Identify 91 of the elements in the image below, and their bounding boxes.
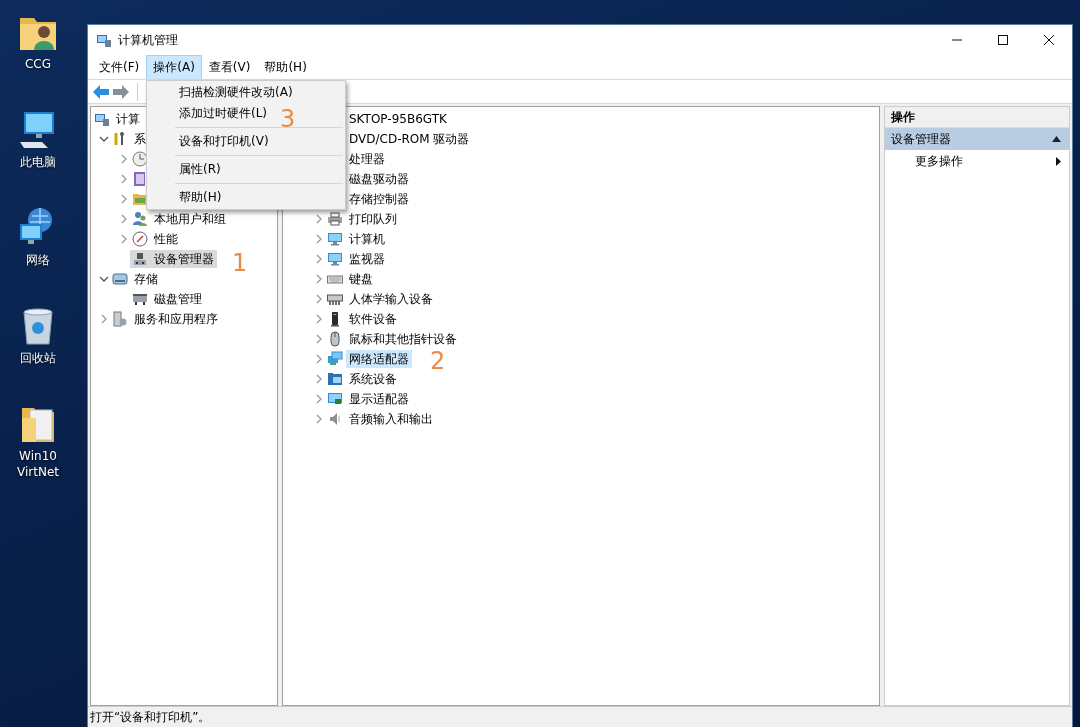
tree-item[interactable]: 计算 <box>113 110 143 128</box>
tree-item[interactable]: 鼠标和其他指针设备 <box>346 330 460 348</box>
server-icon <box>112 311 128 327</box>
monitor-icon <box>327 231 343 247</box>
forward-button[interactable] <box>113 84 129 99</box>
submenu-arrow-icon <box>1056 156 1061 166</box>
tree-item[interactable]: 键盘 <box>346 270 376 288</box>
speaker-icon <box>327 411 343 427</box>
menu-item[interactable]: 操作(A) <box>146 54 202 80</box>
gauge-icon <box>132 231 148 247</box>
tree-item[interactable]: 存储 <box>131 270 161 288</box>
annotation-number: 3 <box>280 105 296 133</box>
menu-item[interactable]: 添加过时硬件(L) <box>147 103 272 124</box>
tree-item[interactable]: 性能 <box>151 230 181 248</box>
tree-item[interactable]: 磁盘驱动器 <box>346 170 412 188</box>
tree-item[interactable]: 人体学输入设备 <box>346 290 436 308</box>
menu-item[interactable]: 设备和打印机(V) <box>147 131 273 152</box>
expand-chevron-icon[interactable] <box>314 254 324 264</box>
tree-item[interactable]: 设备管理器 <box>130 250 217 268</box>
tree-item[interactable]: 网络适配器 <box>346 350 412 368</box>
disk-icon <box>132 291 148 307</box>
desktop-icon-label: 此电脑 <box>19 154 57 170</box>
expand-chevron-icon[interactable] <box>314 314 324 324</box>
keyboard-icon <box>327 291 343 307</box>
tree-item[interactable]: 音频输入和输出 <box>346 410 436 428</box>
folder-icon <box>327 371 343 387</box>
annotation-number: 2 <box>430 347 446 375</box>
menu-item[interactable]: 属性(R) <box>147 159 225 180</box>
expand-chevron-icon[interactable] <box>119 174 129 184</box>
expand-chevron-icon[interactable] <box>119 234 129 244</box>
close-icon <box>1044 35 1054 45</box>
mouse-icon <box>327 331 343 347</box>
tree-item[interactable]: 显示适配器 <box>346 390 412 408</box>
tree-item[interactable]: DVD/CD-ROM 驱动器 <box>346 130 473 148</box>
menu-item[interactable]: 文件(F) <box>92 54 147 80</box>
tree-item[interactable]: 服务和应用程序 <box>131 310 221 328</box>
expand-chevron-icon[interactable] <box>314 274 324 284</box>
device-icon <box>132 251 148 267</box>
tree-item[interactable]: SKTOP-95B6GTK <box>346 110 450 128</box>
monitor-icon <box>327 251 343 267</box>
tree-item[interactable]: 系统设备 <box>346 370 400 388</box>
menu-item[interactable]: 帮助(H) <box>257 54 314 80</box>
expand-chevron-icon[interactable] <box>314 414 324 424</box>
menu-item[interactable]: 帮助(H) <box>147 187 226 208</box>
desktop-icon-label: 网络 <box>25 252 51 268</box>
tree-item[interactable]: 磁盘管理 <box>151 290 205 308</box>
collapse-chevron-icon[interactable] <box>99 134 109 144</box>
display-icon <box>327 391 343 407</box>
tree-item[interactable]: 本地用户和组 <box>151 210 229 228</box>
storage-icon <box>112 271 128 287</box>
tree-item[interactable]: 打印队列 <box>346 210 400 228</box>
tree-item[interactable]: 软件设备 <box>346 310 400 328</box>
annotation-number: 1 <box>232 249 248 277</box>
window-title: 计算机管理 <box>118 31 178 49</box>
computer-icon <box>94 111 110 127</box>
network-icon <box>327 351 343 367</box>
desktop-icon-label: Win10 VirtNet <box>16 448 60 480</box>
folder-icon <box>132 191 148 207</box>
expand-chevron-icon[interactable] <box>314 374 324 384</box>
tree-item[interactable]: 存储控制器 <box>346 190 412 208</box>
expand-chevron-icon[interactable] <box>99 314 109 324</box>
computer-icon <box>96 32 112 48</box>
book-icon <box>132 171 148 187</box>
expand-chevron-icon[interactable] <box>119 214 129 224</box>
expand-chevron-icon[interactable] <box>314 214 324 224</box>
tree-item[interactable]: 系 <box>131 130 149 148</box>
tree-item[interactable]: 计算机 <box>346 230 388 248</box>
tree-item[interactable]: 处理器 <box>346 150 388 168</box>
printer-icon <box>327 211 343 227</box>
maximize-icon <box>998 35 1008 45</box>
expand-chevron-icon[interactable] <box>314 234 324 244</box>
back-arrow-icon <box>93 84 109 99</box>
action-section-header[interactable]: 设备管理器 <box>885 128 1069 150</box>
desktop-icon-label: CCG <box>23 56 53 72</box>
desktop-icon-label: 回收站 <box>19 350 57 366</box>
pane-header: 操作 <box>885 107 1069 128</box>
expand-chevron-icon[interactable] <box>314 394 324 404</box>
menu-item[interactable]: 查看(V) <box>201 54 258 80</box>
expand-chevron-icon[interactable] <box>314 354 324 364</box>
expand-chevron-icon[interactable] <box>119 194 129 204</box>
collapse-chevron-icon[interactable] <box>99 274 109 284</box>
expand-chevron-icon[interactable] <box>119 154 129 164</box>
expand-chevron-icon[interactable] <box>314 334 324 344</box>
status-bar: 打开“设备和打印机”。 <box>88 706 1072 727</box>
tree-item[interactable]: 监视器 <box>346 250 388 268</box>
users-icon <box>132 211 148 227</box>
expand-chevron-icon[interactable] <box>314 294 324 304</box>
forward-arrow-icon <box>113 84 129 99</box>
back-button[interactable] <box>93 84 109 99</box>
action-link[interactable]: 更多操作 <box>915 152 963 170</box>
menu-item[interactable]: 扫描检测硬件改动(A) <box>147 82 297 103</box>
